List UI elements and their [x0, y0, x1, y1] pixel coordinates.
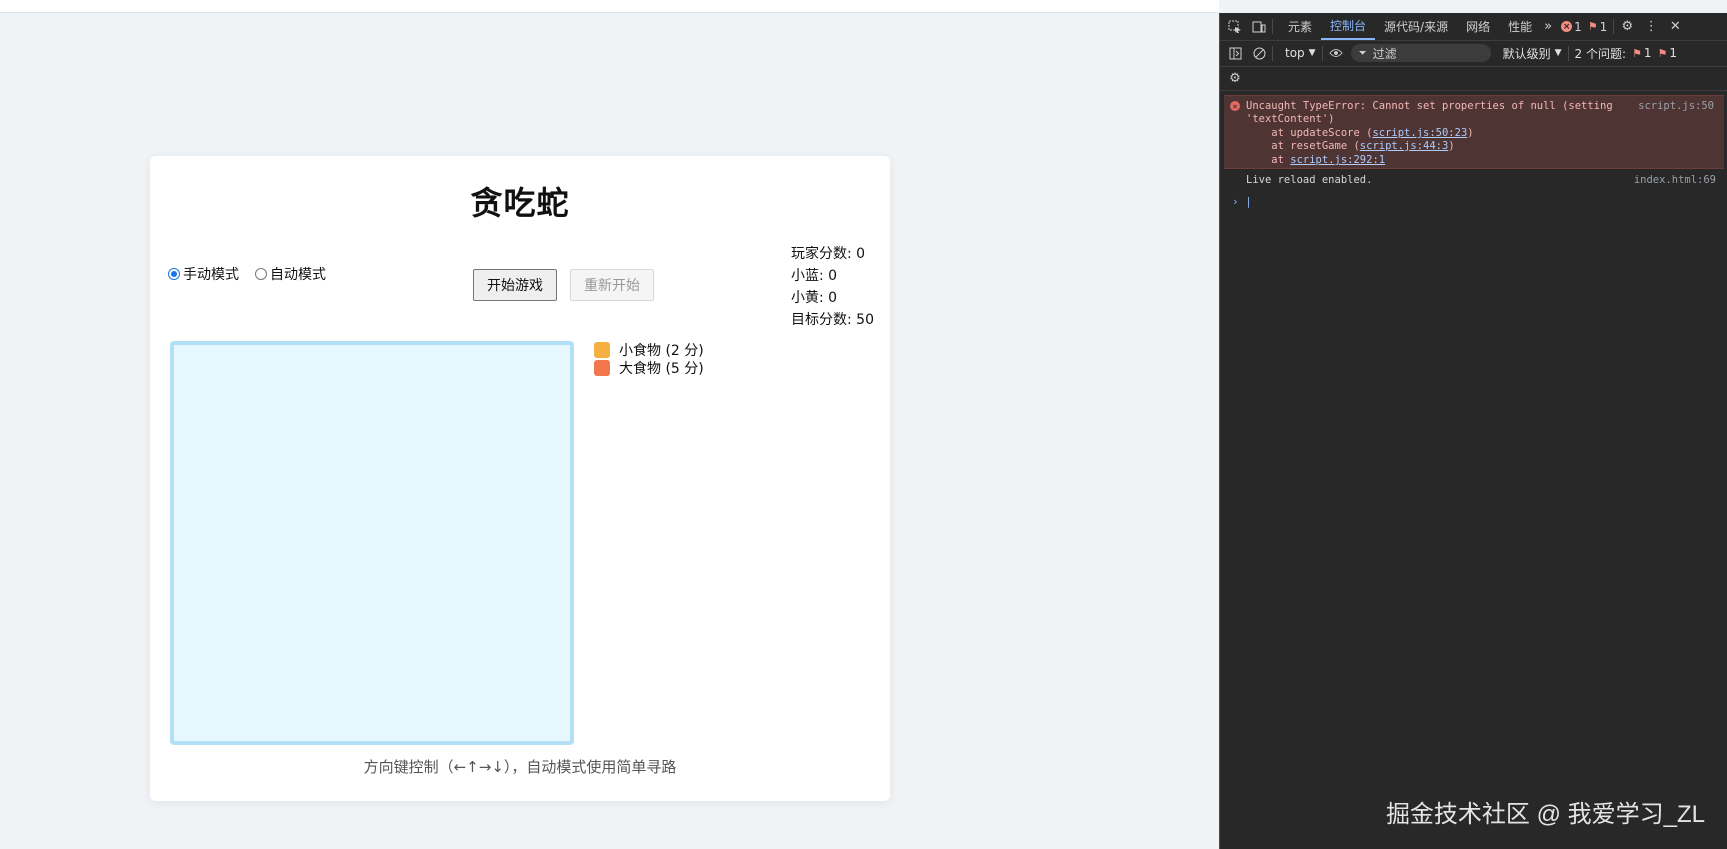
manual-mode-label: 手动模式: [183, 267, 239, 283]
score-panel: 玩家分数: 0 小蓝: 0 小黄: 0 目标分数: 50: [791, 243, 874, 331]
start-game-button[interactable]: 开始游戏: [473, 269, 557, 301]
inspect-element-icon[interactable]: [1228, 20, 1242, 34]
issue-counter[interactable]: ⚑ 1: [1588, 20, 1608, 34]
stack-link-2[interactable]: script.js:44:3: [1360, 140, 1449, 152]
tab-divider: [1613, 19, 1615, 34]
restart-button[interactable]: 重新开始: [570, 269, 654, 301]
log-level-selector[interactable]: 默认级别 ▼: [1503, 45, 1562, 62]
toolbar-divider: [1567, 45, 1569, 61]
tab-performance[interactable]: 性能: [1499, 13, 1541, 40]
player-score: 玩家分数: 0: [791, 246, 866, 262]
issues-summary[interactable]: 2 个问题: ⚑ 1 ⚑ 1: [1575, 45, 1678, 62]
console-error-message: × Uncaught TypeError: Cannot set propert…: [1224, 95, 1724, 169]
stack-frame-2: at resetGame (script.js:44:3): [1246, 140, 1455, 152]
chevron-down-icon: ▼: [1554, 48, 1562, 58]
stack-link-1[interactable]: script.js:50:23: [1372, 127, 1467, 139]
tab-sources[interactable]: 源代码/来源: [1375, 13, 1457, 40]
game-card: 贪吃蛇 手动模式 自动模式 开始游戏 重新开始 玩家分数: 0 小蓝: 0 小黄…: [150, 156, 890, 801]
legend-small-food: 小食物 (2 分): [594, 341, 704, 359]
control-hint: 方向键控制（←↑→↓），自动模式使用简单寻路: [363, 758, 677, 776]
filter-icon: ⏷: [1358, 47, 1367, 59]
toolbar-divider: [1321, 45, 1323, 61]
issues-error-count: 1: [1643, 46, 1652, 60]
browser-top-strip: [0, 0, 1219, 13]
error-text-line2: 'textContent'): [1246, 113, 1335, 125]
error-text-line1: Uncaught TypeError: Cannot set propertie…: [1246, 100, 1613, 112]
stack-frame-3: at script.js:292:1: [1246, 154, 1386, 166]
tab-network[interactable]: 网络: [1457, 13, 1499, 40]
close-icon[interactable]: ✕: [1668, 19, 1682, 34]
context-selector[interactable]: top ▼: [1285, 46, 1316, 60]
issue-flag-icon: ⚑: [1587, 20, 1598, 33]
issue-count: 1: [1599, 19, 1608, 34]
big-food-label: 大食物 (5 分): [619, 361, 704, 377]
error-counter[interactable]: × 1: [1561, 20, 1582, 34]
more-options-icon[interactable]: ⋮: [1644, 19, 1658, 34]
issue-warn-flag-icon: ⚑: [1657, 46, 1668, 60]
food-legend: 小食物 (2 分) 大食物 (5 分): [594, 341, 704, 377]
game-board-canvas[interactable]: [170, 341, 574, 745]
game-page: 贪吃蛇 手动模式 自动模式 开始游戏 重新开始 玩家分数: 0 小蓝: 0 小黄…: [0, 13, 1219, 849]
issue-error-flag-icon: ⚑: [1632, 46, 1642, 60]
target-score: 目标分数: 50: [791, 312, 874, 328]
console-filter-input[interactable]: ⏷ 过滤: [1350, 44, 1491, 62]
auto-mode-label: 自动模式: [270, 267, 326, 283]
page-title: 贪吃蛇: [470, 184, 570, 222]
yellow-score: 小黄: 0: [791, 290, 838, 306]
more-tabs-icon[interactable]: »: [1541, 19, 1555, 34]
stack-frame-1: at updateScore (script.js:50:23): [1246, 127, 1474, 139]
issues-label: 2 个问题:: [1574, 46, 1627, 61]
device-toolbar-icon[interactable]: [1252, 20, 1266, 34]
auto-mode-option[interactable]: 自动模式: [255, 264, 326, 284]
log-source-link[interactable]: index.html:69: [1634, 174, 1716, 186]
devtools-tab-bar: 元素 控制台 源代码/来源 网络 性能 » × 1 ⚑ 1 ⚙ ⋮ ✕: [1220, 13, 1727, 41]
error-source-link[interactable]: script.js:50: [1638, 100, 1714, 112]
mode-selector: 手动模式 自动模式: [168, 264, 342, 284]
error-icon: ×: [1561, 21, 1573, 32]
filter-placeholder: 过滤: [1372, 46, 1397, 61]
sidebar-toggle-icon[interactable]: [1228, 46, 1242, 60]
devtools-panel: 元素 控制台 源代码/来源 网络 性能 » × 1 ⚑ 1 ⚙ ⋮ ✕ top …: [1219, 13, 1727, 849]
tab-console[interactable]: 控制台: [1321, 13, 1376, 40]
console-settings-gear-icon[interactable]: ⚙: [1228, 71, 1242, 86]
console-settings-row: ⚙: [1220, 66, 1727, 91]
eye-icon[interactable]: [1328, 46, 1343, 60]
error-count: 1: [1574, 19, 1582, 34]
context-label: top: [1285, 46, 1305, 60]
auto-mode-radio[interactable]: [255, 268, 267, 280]
toolbar-divider: [1272, 45, 1273, 61]
blue-score: 小蓝: 0: [791, 268, 838, 284]
small-food-label: 小食物 (2 分): [619, 343, 704, 359]
manual-mode-option[interactable]: 手动模式: [168, 264, 239, 284]
console-input-prompt[interactable]: › |: [1232, 195, 1252, 208]
console-toolbar: top ▼ ⏷ 过滤 默认级别 ▼ 2 个问题: ⚑ 1 ⚑ 1: [1220, 40, 1727, 67]
log-level-label: 默认级别: [1502, 46, 1551, 61]
legend-big-food: 大食物 (5 分): [594, 359, 704, 377]
small-food-swatch: [594, 342, 610, 358]
clear-console-icon[interactable]: [1252, 46, 1266, 60]
watermark: 掘金技术社区 @ 我爱学习_ZL: [1385, 801, 1705, 828]
big-food-swatch: [594, 360, 610, 376]
manual-mode-radio[interactable]: [168, 268, 180, 280]
log-text: Live reload enabled.: [1246, 174, 1373, 186]
chevron-down-icon: ▼: [1308, 48, 1316, 58]
stack-link-3[interactable]: script.js:292:1: [1290, 154, 1385, 166]
issues-warn-count: 1: [1669, 46, 1678, 60]
tab-elements[interactable]: 元素: [1279, 13, 1321, 40]
settings-gear-icon[interactable]: ⚙: [1620, 19, 1634, 34]
error-icon: ×: [1230, 101, 1240, 111]
tab-divider: [1272, 19, 1273, 34]
console-log-message: Live reload enabled. index.html:69: [1246, 174, 1716, 186]
